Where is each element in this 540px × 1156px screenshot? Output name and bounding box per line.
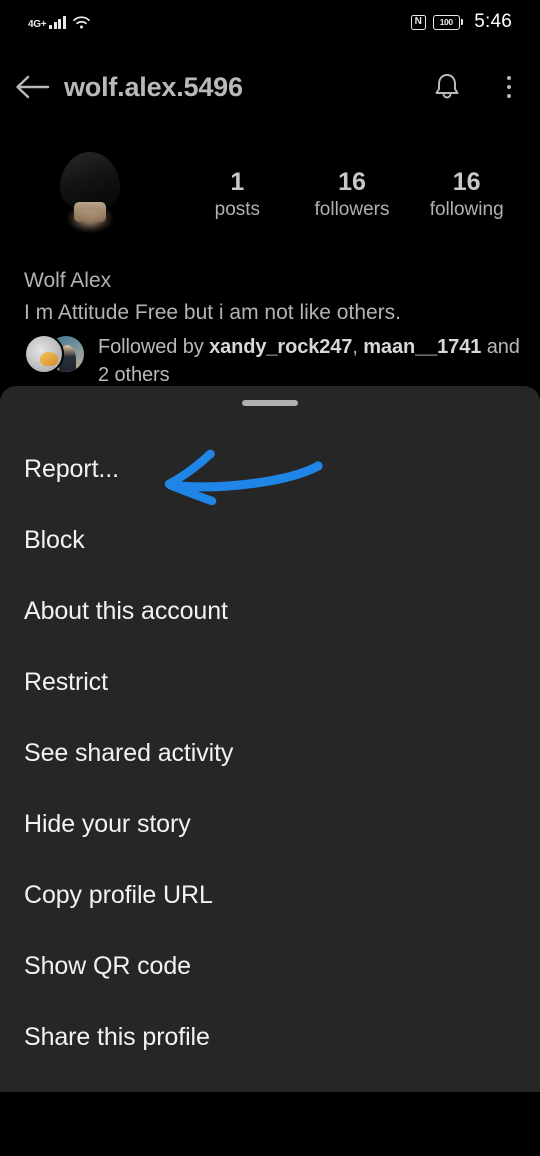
stat-following[interactable]: 16 following [409, 168, 524, 223]
profile-stats: 1 posts 16 followers 16 following [180, 168, 540, 223]
stat-posts[interactable]: 1 posts [180, 168, 295, 223]
profile-bio-text: I m Attitude Free but i am not like othe… [24, 300, 402, 324]
network-type-label: 4G+ [28, 19, 47, 30]
stat-label: followers [314, 199, 390, 221]
stat-value: 1 [230, 168, 245, 197]
menu-item-about-this-account[interactable]: About this account [0, 576, 540, 647]
status-bar: 4G+ N 100 5:46 [0, 0, 540, 44]
battery-full-icon: 100 [432, 14, 464, 30]
menu-item-share-this-profile[interactable]: Share this profile [0, 1002, 540, 1073]
three-dots-vertical-icon[interactable] [478, 55, 540, 119]
stat-label: following [429, 199, 504, 221]
menu-item-hide-your-story[interactable]: Hide your story [0, 789, 540, 860]
followed-by-prefix: Followed by [98, 336, 210, 358]
avatar-container[interactable] [0, 140, 180, 252]
menu-item-show-qr-code[interactable]: Show QR code [0, 931, 540, 1002]
menu-item-report[interactable]: Report... [0, 434, 540, 505]
wifi-icon [72, 15, 90, 29]
profile-bio-block: Wolf Alex I m Attitude Free but i am not… [24, 265, 524, 328]
followed-by-separator: , [352, 336, 364, 358]
status-bar-right: N 100 5:46 [410, 11, 512, 33]
bell-icon[interactable] [416, 55, 478, 119]
profile-header: wolf.alex.5496 [0, 55, 540, 119]
stat-followers[interactable]: 16 followers [295, 168, 410, 223]
follower-avatars [24, 332, 86, 376]
nfc-icon: N [410, 14, 426, 30]
signal-bars-icon [49, 15, 66, 29]
back-arrow-icon[interactable] [0, 55, 64, 119]
stat-value: 16 [338, 168, 366, 197]
followed-by-user-1[interactable]: xandy_rock247 [209, 336, 352, 358]
drag-handle[interactable] [242, 400, 298, 406]
clock-label: 5:46 [474, 11, 512, 32]
menu-item-restrict[interactable]: Restrict [0, 647, 540, 718]
options-bottom-sheet: Report... Block About this account Restr… [0, 386, 540, 1092]
menu-item-copy-profile-url[interactable]: Copy profile URL [0, 860, 540, 931]
options-menu-list: Report... Block About this account Restr… [0, 434, 540, 1073]
system-navigation-bar [0, 1092, 540, 1156]
profile-full-name: Wolf Alex [24, 269, 112, 292]
followed-by-text: Followed by xandy_rock247, maan__1741 an… [98, 332, 524, 390]
profile-summary: 1 posts 16 followers 16 following [0, 140, 540, 252]
phone-screen: 4G+ N 100 5:46 wolf.alex.5496 1 posts 16… [0, 0, 540, 1156]
follower-avatar-1 [24, 334, 64, 374]
menu-item-see-shared-activity[interactable]: See shared activity [0, 718, 540, 789]
status-bar-left: 4G+ [28, 14, 90, 30]
stat-label: posts [214, 199, 261, 221]
followed-by-row[interactable]: Followed by xandy_rock247, maan__1741 an… [24, 332, 524, 390]
profile-avatar-hooded-figure[interactable] [34, 140, 146, 252]
followed-by-user-2[interactable]: maan__1741 [363, 336, 481, 358]
menu-item-block[interactable]: Block [0, 505, 540, 576]
stat-value: 16 [452, 168, 481, 197]
battery-level-label: 100 [439, 17, 453, 27]
nfc-label: N [414, 16, 422, 27]
page-title: wolf.alex.5496 [64, 71, 243, 102]
